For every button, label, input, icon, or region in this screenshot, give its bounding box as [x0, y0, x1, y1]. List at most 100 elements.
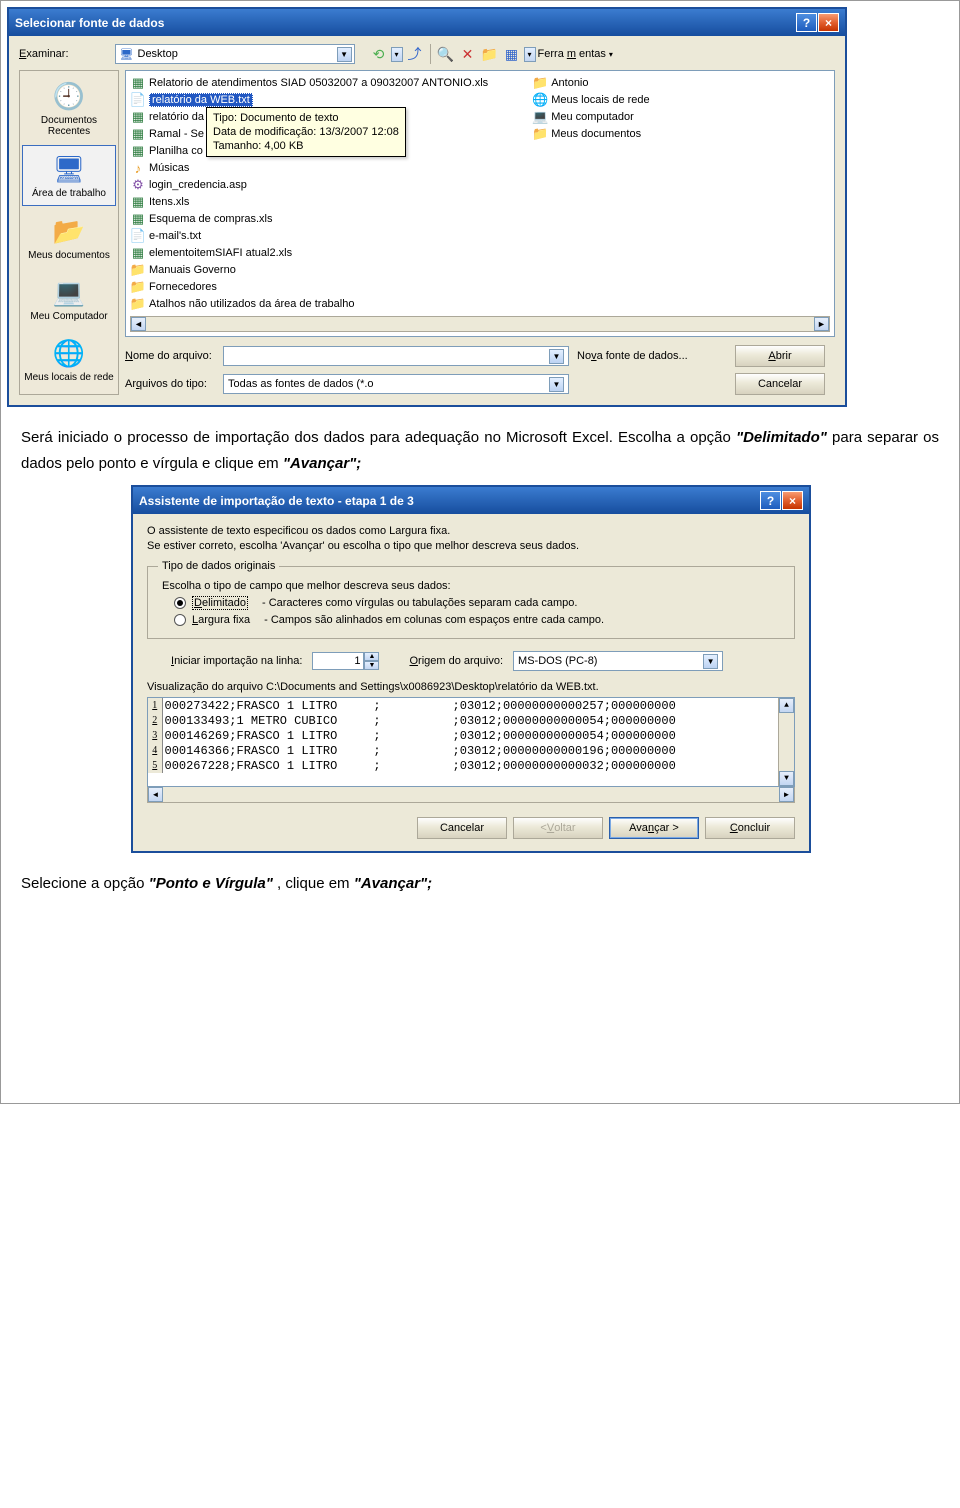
file-name: Esquema de compras.xls — [149, 213, 273, 225]
dialog-title: Assistente de importação de texto - etap… — [139, 494, 414, 508]
preview-row-number: 2 — [148, 713, 162, 728]
file-item[interactable]: ♪Músicas — [130, 160, 492, 176]
file-item[interactable]: 🌐Meus locais de rede — [532, 92, 653, 108]
radio-row-fixedwidth: Largura fixa - Campos são alinhados em c… — [174, 614, 784, 626]
scroll-left-icon[interactable]: ◄ — [131, 317, 146, 331]
up-icon[interactable]: ⤴ — [405, 44, 425, 64]
close-button[interactable]: × — [818, 13, 839, 32]
help-button[interactable]: ? — [760, 491, 781, 510]
folder-icon: 📁 — [532, 126, 548, 142]
horizontal-scrollbar[interactable]: ◄ ► — [130, 316, 830, 332]
preview-row-text: 000267228;FRASCO 1 LITRO ; ;03012;000000… — [162, 758, 794, 773]
file-item[interactable]: 📁Meus documentos — [532, 126, 653, 142]
text-import-wizard-dialog: Assistente de importação de texto - etap… — [131, 485, 811, 853]
network-icon: 🌐 — [50, 336, 88, 370]
radio-delimited-desc: - Caracteres como vírgulas ou tabulações… — [262, 597, 578, 609]
chevron-down-icon: ▼ — [703, 654, 718, 669]
chevron-down-icon: ▼ — [549, 349, 564, 364]
excel-icon: ▦ — [130, 109, 146, 125]
back-history-dropdown[interactable]: ▾ — [391, 47, 403, 62]
file-list[interactable]: ▦Relatorio de atendimentos SIAD 05032007… — [125, 70, 835, 337]
place-recent[interactable]: 🕘 Documentos Recentes — [22, 73, 116, 143]
places-bar: 🕘 Documentos Recentes 🖥 Área de trabalho… — [19, 70, 119, 395]
views-dropdown[interactable]: ▾ — [524, 47, 536, 62]
excel-icon: ▦ — [130, 126, 146, 142]
text-icon: 📄 — [130, 228, 146, 244]
file-name: Planilha co — [149, 145, 203, 157]
scroll-up-icon[interactable]: ▲ — [779, 698, 794, 713]
radio-delimited[interactable] — [174, 597, 186, 609]
file-name: Músicas — [149, 162, 189, 174]
file-item[interactable]: 💻Meu computador — [532, 109, 653, 125]
start-row-value[interactable]: 1 — [312, 652, 364, 670]
cancel-button[interactable]: Cancelar — [735, 373, 825, 395]
radio-fixedwidth[interactable] — [174, 614, 186, 626]
vertical-scrollbar[interactable]: ▲ ▼ — [778, 698, 794, 786]
spin-down-icon[interactable]: ▼ — [364, 661, 379, 670]
preview-row: 2000133493;1 METRO CUBICO ; ;03012;00000… — [148, 713, 794, 728]
place-mydocs[interactable]: 📂 Meus documentos — [22, 208, 116, 267]
filetype-dropdown[interactable]: Todas as fontes de dados (*.o ▼ — [223, 374, 569, 394]
new-folder-icon[interactable]: 📁 — [480, 44, 500, 64]
filetype-label: Arquivos do tipo: — [125, 378, 215, 390]
back-button: < Voltar — [513, 817, 603, 839]
search-icon[interactable]: 🔍 — [436, 44, 456, 64]
file-name: Atalhos não utilizados da área de trabal… — [149, 298, 354, 310]
help-button[interactable]: ? — [796, 13, 817, 32]
file-item[interactable]: 📁Fornecedores — [130, 279, 492, 295]
file-origin-label: Origem do arquivo: — [409, 655, 503, 667]
file-origin-dropdown[interactable]: MS-DOS (PC-8) ▼ — [513, 651, 723, 671]
file-name: elementoitemSIAFI atual2.xls — [149, 247, 292, 259]
start-row-spinner[interactable]: 1 ▲ ▼ — [312, 652, 379, 670]
preview-row: 4000146366;FRASCO 1 LITRO ; ;03012;00000… — [148, 743, 794, 758]
asp-icon: ⚙ — [130, 177, 146, 193]
file-name: Ramal - Se — [149, 128, 204, 140]
views-icon[interactable]: ▦ — [502, 44, 522, 64]
open-button[interactable]: Abrir — [735, 345, 825, 367]
file-item[interactable]: ▦Esquema de compras.xls — [130, 211, 492, 227]
chevron-down-icon: ▼ — [549, 377, 564, 392]
excel-icon: ▦ — [130, 143, 146, 159]
file-name: Meus locais de rede — [551, 94, 649, 106]
spin-up-icon[interactable]: ▲ — [364, 652, 379, 661]
scroll-left-icon[interactable]: ◄ — [148, 787, 163, 802]
file-item[interactable]: ▦Relatorio de atendimentos SIAD 05032007… — [130, 75, 492, 91]
file-item[interactable]: 📁Manuais Governo — [130, 262, 492, 278]
delete-icon[interactable]: ✕ — [458, 44, 478, 64]
separator — [430, 44, 431, 64]
radio-delimited-label[interactable]: Delimitado — [192, 596, 248, 610]
back-icon[interactable]: ⟲ — [369, 44, 389, 64]
examinar-label: Examinar: — [19, 48, 69, 60]
location-dropdown[interactable]: 🖥 Desktop ▼ — [115, 44, 355, 64]
radio-fixedwidth-label[interactable]: Largura fixa — [192, 614, 250, 626]
file-item[interactable]: 📁Antonio — [532, 75, 653, 91]
tools-menu[interactable]: Ferramentas ▾ — [538, 48, 613, 60]
place-network[interactable]: 🌐 Meus locais de rede — [22, 330, 116, 389]
scroll-right-icon[interactable]: ► — [814, 317, 829, 331]
next-button[interactable]: Avançar > — [609, 817, 699, 839]
file-name: Itens.xls — [149, 196, 189, 208]
finish-button[interactable]: Concluir — [705, 817, 795, 839]
scroll-down-icon[interactable]: ▼ — [779, 771, 794, 786]
group-legend: Tipo de dados originais — [158, 560, 279, 572]
titlebar: Assistente de importação de texto - etap… — [133, 487, 809, 514]
excel-icon: ▦ — [130, 245, 146, 261]
scroll-right-icon[interactable]: ► — [779, 787, 794, 802]
place-desktop[interactable]: 🖥 Área de trabalho — [22, 145, 116, 206]
file-item[interactable]: ▦Itens.xls — [130, 194, 492, 210]
new-datasource-link[interactable]: Nova fonte de dados... — [577, 350, 727, 362]
file-item[interactable]: 📄relatório da WEB.txt — [130, 92, 492, 108]
file-item[interactable]: 📄e-mail's.txt — [130, 228, 492, 244]
close-button[interactable]: × — [782, 491, 803, 510]
file-item[interactable]: ⚙login_credencia.asp — [130, 177, 492, 193]
cancel-button[interactable]: Cancelar — [417, 817, 507, 839]
file-item[interactable]: ▦elementoitemSIAFI atual2.xls — [130, 245, 492, 261]
titlebar: Selecionar fonte de dados ? × — [9, 9, 845, 36]
place-computer[interactable]: 💻 Meu Computador — [22, 269, 116, 328]
preview-row-number: 5 — [148, 758, 162, 773]
netplace-icon: 🌐 — [532, 92, 548, 108]
horizontal-scrollbar[interactable]: ◄ ► — [147, 787, 795, 803]
filename-input[interactable]: ▼ — [223, 346, 569, 366]
documents-icon: 📂 — [50, 214, 88, 248]
file-item[interactable]: 📁Atalhos não utilizados da área de traba… — [130, 296, 492, 312]
